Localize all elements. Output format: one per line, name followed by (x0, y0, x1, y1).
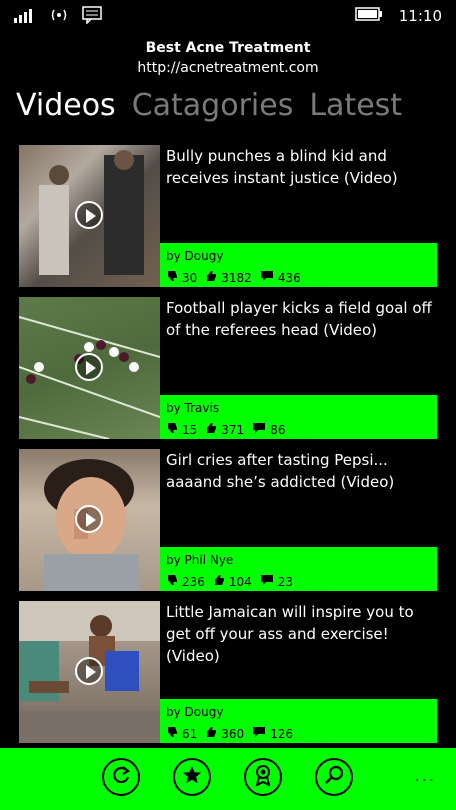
play-icon (75, 657, 103, 685)
video-stats: 15 371 86 (166, 422, 289, 437)
video-title[interactable]: Football player kicks a field goal off o… (166, 297, 436, 341)
app-header: Best Acne Treatment http://acnetreatment… (0, 38, 456, 78)
video-title[interactable]: Girl cries after tasting Pepsi... aaaand… (166, 449, 436, 493)
video-meta: by Travis 15 371 86 (160, 395, 437, 439)
refresh-icon (110, 764, 132, 790)
favorite-button[interactable] (173, 758, 211, 796)
wifi-icon (48, 7, 70, 27)
video-title[interactable]: Bully punches a blind kid and receives i… (166, 145, 436, 189)
video-thumbnail[interactable] (19, 449, 160, 591)
comment-icon (260, 270, 274, 285)
list-item[interactable]: Little Jamaican will inspire you to get … (19, 601, 437, 743)
video-meta: by Dougy 61 360 126 (160, 699, 437, 743)
badge-icon (252, 764, 274, 790)
list-item[interactable]: Football player kicks a field goal off o… (19, 297, 437, 439)
search-icon (323, 764, 345, 790)
app-url: http://acnetreatment.com (137, 60, 319, 76)
play-icon (75, 353, 103, 381)
like-count: 104 (228, 574, 252, 589)
video-author: by Dougy (166, 705, 224, 719)
list-item[interactable]: Bully punches a blind kid and receives i… (19, 145, 437, 287)
thumbs-down-icon (166, 422, 178, 437)
pivot-tabs: Videos Catagories Latest (16, 88, 402, 123)
dislike-count: 30 (182, 270, 198, 285)
thumbs-down-icon (166, 574, 178, 589)
play-icon (75, 505, 103, 533)
video-thumbnail[interactable] (19, 145, 160, 287)
video-author: by Dougy (166, 249, 224, 263)
video-stats: 236 104 23 (166, 574, 297, 589)
thumbs-up-icon (205, 270, 217, 285)
more-menu-button[interactable]: ... (415, 766, 436, 785)
app-title: Best Acne Treatment (145, 40, 311, 56)
app-bar: ... (0, 748, 456, 810)
thumbs-down-icon (166, 726, 178, 741)
thumbs-down-icon (166, 270, 178, 285)
video-thumbnail[interactable] (19, 297, 160, 439)
thumbs-up-icon (205, 726, 217, 741)
search-button[interactable] (315, 758, 353, 796)
like-count: 371 (221, 422, 245, 437)
dislike-count: 15 (182, 422, 198, 437)
video-author: by Travis (166, 401, 220, 415)
star-icon (181, 764, 203, 790)
message-icon (82, 6, 102, 28)
status-bar: 11:10 (0, 0, 456, 32)
comment-count: 23 (277, 574, 294, 589)
comment-count: 126 (270, 726, 294, 741)
tab-videos[interactable]: Videos (16, 88, 116, 123)
video-list: Bully punches a blind kid and receives i… (19, 145, 437, 753)
video-stats: 30 3182 436 (166, 270, 305, 285)
clock: 11:10 (398, 6, 442, 25)
video-stats: 61 360 126 (166, 726, 297, 741)
video-title[interactable]: Little Jamaican will inspire you to get … (166, 601, 436, 667)
badge-button[interactable] (244, 758, 282, 796)
comment-icon (260, 574, 274, 589)
video-author: by Phil Nye (166, 553, 234, 567)
video-thumbnail[interactable] (19, 601, 160, 743)
tab-latest[interactable]: Latest (309, 88, 402, 123)
comment-icon (252, 422, 266, 437)
signal-icon (14, 7, 36, 27)
refresh-button[interactable] (102, 758, 140, 796)
play-icon (75, 201, 103, 229)
like-count: 360 (221, 726, 245, 741)
like-count: 3182 (221, 270, 252, 285)
thumbs-up-icon (213, 574, 225, 589)
comment-count: 86 (270, 422, 286, 437)
tab-categories[interactable]: Catagories (132, 88, 294, 123)
thumbs-up-icon (205, 422, 217, 437)
video-meta: by Dougy 30 3182 436 (160, 243, 437, 287)
dislike-count: 236 (182, 574, 205, 589)
comment-count: 436 (277, 270, 301, 285)
battery-icon (355, 6, 383, 25)
comment-icon (252, 726, 266, 741)
list-item[interactable]: Girl cries after tasting Pepsi... aaaand… (19, 449, 437, 591)
video-meta: by Phil Nye 236 104 23 (160, 547, 437, 591)
dislike-count: 61 (182, 726, 198, 741)
